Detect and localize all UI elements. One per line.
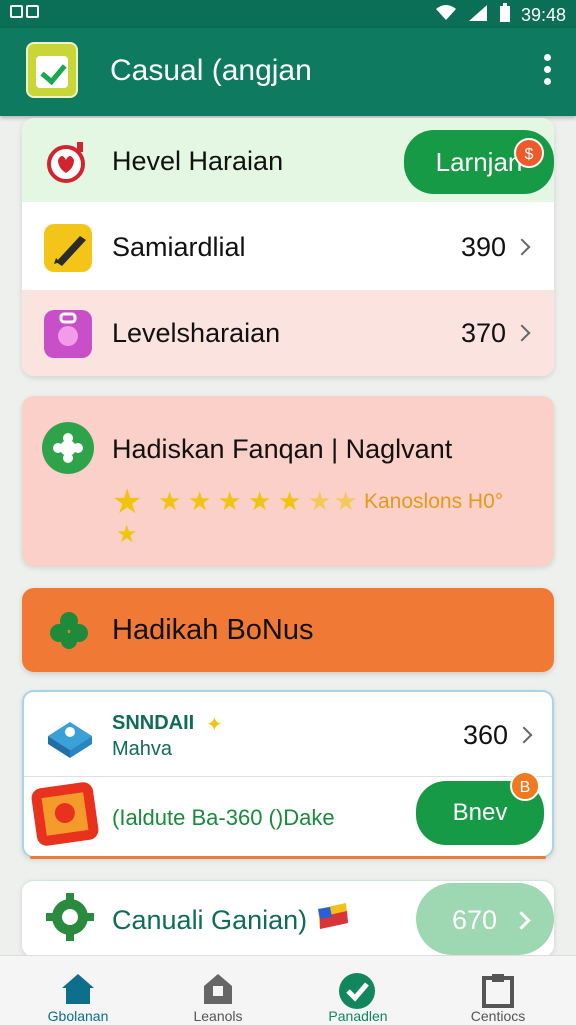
nav-label-panadlen: Panadlen xyxy=(328,1008,388,1024)
star-icon: ★ xyxy=(112,483,143,521)
list-item[interactable]: Samiardlial 390 xyxy=(22,202,554,291)
bag-icon xyxy=(44,310,92,358)
more-vert-icon[interactable] xyxy=(544,54,552,85)
bonus-label: Hadikah BoNus xyxy=(112,614,314,646)
clover-icon xyxy=(46,608,92,659)
list-item[interactable]: Levelsharaian 370 xyxy=(22,290,554,376)
star-icon: ★ xyxy=(116,521,138,548)
casual-card[interactable]: Canuali Ganian) 670 xyxy=(22,880,554,957)
offer-label: (Ialdute Ba-360 ()Dake xyxy=(112,805,335,830)
status-time: 39:48 xyxy=(520,5,566,25)
nav-label-centiocs: Centiocs xyxy=(470,1008,526,1024)
row-label: Samiardlial xyxy=(112,232,246,262)
star-icon: ★ xyxy=(188,486,212,516)
offer-badge: B xyxy=(510,771,540,801)
sparkle-icon: ✦ xyxy=(206,714,223,736)
gear-icon xyxy=(44,891,94,941)
flag-icon xyxy=(316,901,350,936)
app-bar: Casual (angjan xyxy=(0,28,576,116)
bonus-card: SNNDAII Mahva ✦ 360 (Ialdute Ba-360 ()Da… xyxy=(22,690,554,858)
calendar-check-icon xyxy=(26,42,78,98)
row-value: 360 xyxy=(462,720,508,750)
list-item[interactable]: SNNDAII Mahva ✦ 360 xyxy=(24,692,552,776)
nav-label-leanols: Leanols xyxy=(193,1008,243,1024)
star-icon: ★ xyxy=(334,486,358,516)
rewards-card[interactable]: Hadiskan Fanqan | Naglvant ★ ★ ★ ★ ★ ★ ★… xyxy=(22,396,554,566)
chevron-right-icon xyxy=(515,726,533,744)
card1-header-label: Hevel Haraian xyxy=(112,146,284,176)
row-line2: Mahva xyxy=(112,738,173,760)
battery-icon xyxy=(499,3,511,28)
levels-card: Hevel Haraian Larnjan $ Samiardlial 390 … xyxy=(22,118,554,376)
nav-label-home: Gbolanan xyxy=(47,1008,109,1024)
row-value: 390 xyxy=(460,232,506,262)
bottom-nav: Gbolanan Leanols Panadlen Centiocs xyxy=(0,955,576,1025)
flower-icon xyxy=(42,422,94,474)
gift-box-icon xyxy=(30,780,100,848)
row-line1: SNNDAII xyxy=(112,712,195,734)
chevron-right-icon xyxy=(513,238,531,256)
row-value: 670 xyxy=(452,905,498,935)
currency-badge: $ xyxy=(514,138,544,168)
house-lock-icon xyxy=(200,972,236,1011)
casual-label: Canuali Ganian) xyxy=(112,905,308,935)
home-icon xyxy=(60,972,96,1011)
app-title: Casual (angjan xyxy=(110,54,312,87)
chevron-right-icon xyxy=(513,324,531,342)
heart-stopwatch-icon xyxy=(44,138,92,186)
wifi-icon xyxy=(435,4,457,27)
star-icon: ★ xyxy=(278,486,302,516)
bonus-banner[interactable]: Hadikah BoNus xyxy=(22,588,554,672)
star-icon: ★ xyxy=(218,486,242,516)
clipboard-icon xyxy=(480,972,516,1013)
row-label: Levelsharaian xyxy=(112,318,281,348)
notification-icon xyxy=(10,5,23,18)
star-icon: ★ xyxy=(158,486,182,516)
stars-caption: Kanoslons H0° xyxy=(364,490,504,513)
notification-icon-2 xyxy=(26,5,39,18)
divider xyxy=(30,856,546,859)
list-item[interactable]: (Ialdute Ba-360 ()Dake Bnev B xyxy=(24,771,552,856)
pencil-icon xyxy=(44,224,92,272)
status-bar: 39:48 xyxy=(0,0,576,28)
card1-header-row[interactable]: Hevel Haraian Larnjan $ xyxy=(22,118,554,202)
chevron-right-icon xyxy=(512,911,531,930)
casual-value-pill[interactable]: 670 xyxy=(416,883,554,955)
star-icon: ★ xyxy=(248,486,272,516)
rewards-title: Hadiskan Fanqan | Naglvant xyxy=(112,434,453,464)
row-value: 370 xyxy=(460,318,506,348)
star-icon: ★ xyxy=(308,486,332,516)
signal-icon xyxy=(467,4,489,27)
cube-icon xyxy=(44,710,92,758)
